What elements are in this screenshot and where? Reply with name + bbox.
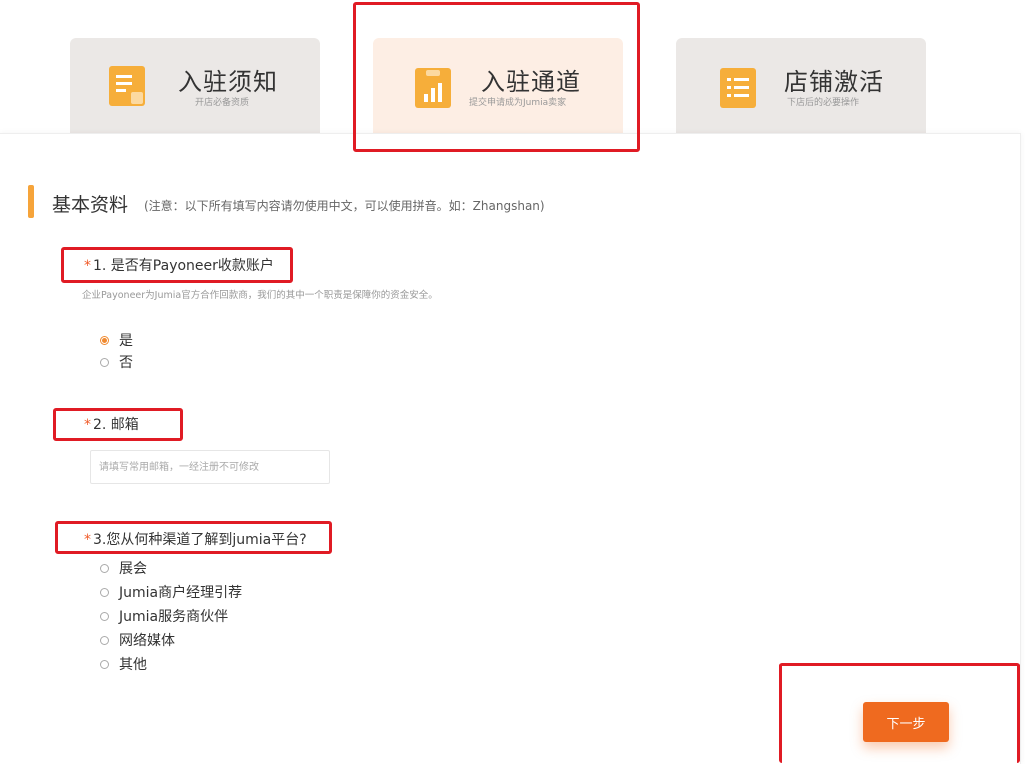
tab-subtitle: 开店必备资质 xyxy=(195,98,250,108)
option-label: Jumia服务商伙伴 xyxy=(119,609,229,625)
option-label: 是 xyxy=(119,333,133,349)
question-hint: 企业Payoneer为Jumia官方合作回款商，我们的其中一个职责是保障你的资金… xyxy=(82,290,438,301)
option-label: 否 xyxy=(119,355,133,371)
radio-option-exhibition[interactable]: 展会 xyxy=(100,558,147,578)
tab-subtitle: 下店后的必要操作 xyxy=(787,98,860,108)
radio-selected[interactable] xyxy=(100,335,109,345)
tab-entry-notice[interactable]: 入驻须知 开店必备资质 xyxy=(70,38,320,134)
highlight-box-active-tab xyxy=(353,2,640,152)
radio-unselected[interactable] xyxy=(100,635,109,645)
list-icon xyxy=(720,68,756,108)
radio-option-other[interactable]: 其他 xyxy=(100,654,147,674)
highlight-box-question-3 xyxy=(55,521,332,554)
option-label: 其他 xyxy=(119,657,147,673)
radio-unselected[interactable] xyxy=(100,659,109,669)
section-accent-bar xyxy=(28,185,34,218)
radio-unselected[interactable] xyxy=(100,611,109,621)
radio-unselected[interactable] xyxy=(100,357,109,367)
document-icon xyxy=(109,66,145,106)
radio-option-no[interactable]: 否 xyxy=(100,352,133,372)
radio-unselected[interactable] xyxy=(100,563,109,573)
section-note: (注意：以下所有填写内容请勿使用中文，可以使用拼音。如：Zhangshan) xyxy=(144,199,545,213)
option-label: 展会 xyxy=(119,561,147,577)
section-title: 基本资料 xyxy=(52,194,129,216)
highlight-box-next-button xyxy=(779,663,1020,763)
option-label: Jumia商户经理引荐 xyxy=(119,585,243,601)
radio-option-service-partner[interactable]: Jumia服务商伙伴 xyxy=(100,606,228,626)
tab-title: 店铺激活 xyxy=(784,68,884,96)
tab-store-activation[interactable]: 店铺激活 下店后的必要操作 xyxy=(676,38,926,134)
radio-option-merchant-manager[interactable]: Jumia商户经理引荐 xyxy=(100,582,242,602)
radio-unselected[interactable] xyxy=(100,587,109,597)
highlight-box-question-1 xyxy=(61,247,293,283)
option-label: 网络媒体 xyxy=(119,633,175,649)
highlight-box-question-2 xyxy=(53,408,183,441)
radio-option-online-media[interactable]: 网络媒体 xyxy=(100,630,175,650)
email-input[interactable] xyxy=(90,450,330,484)
radio-option-yes[interactable]: 是 xyxy=(100,330,133,350)
tab-title: 入驻须知 xyxy=(178,68,278,96)
